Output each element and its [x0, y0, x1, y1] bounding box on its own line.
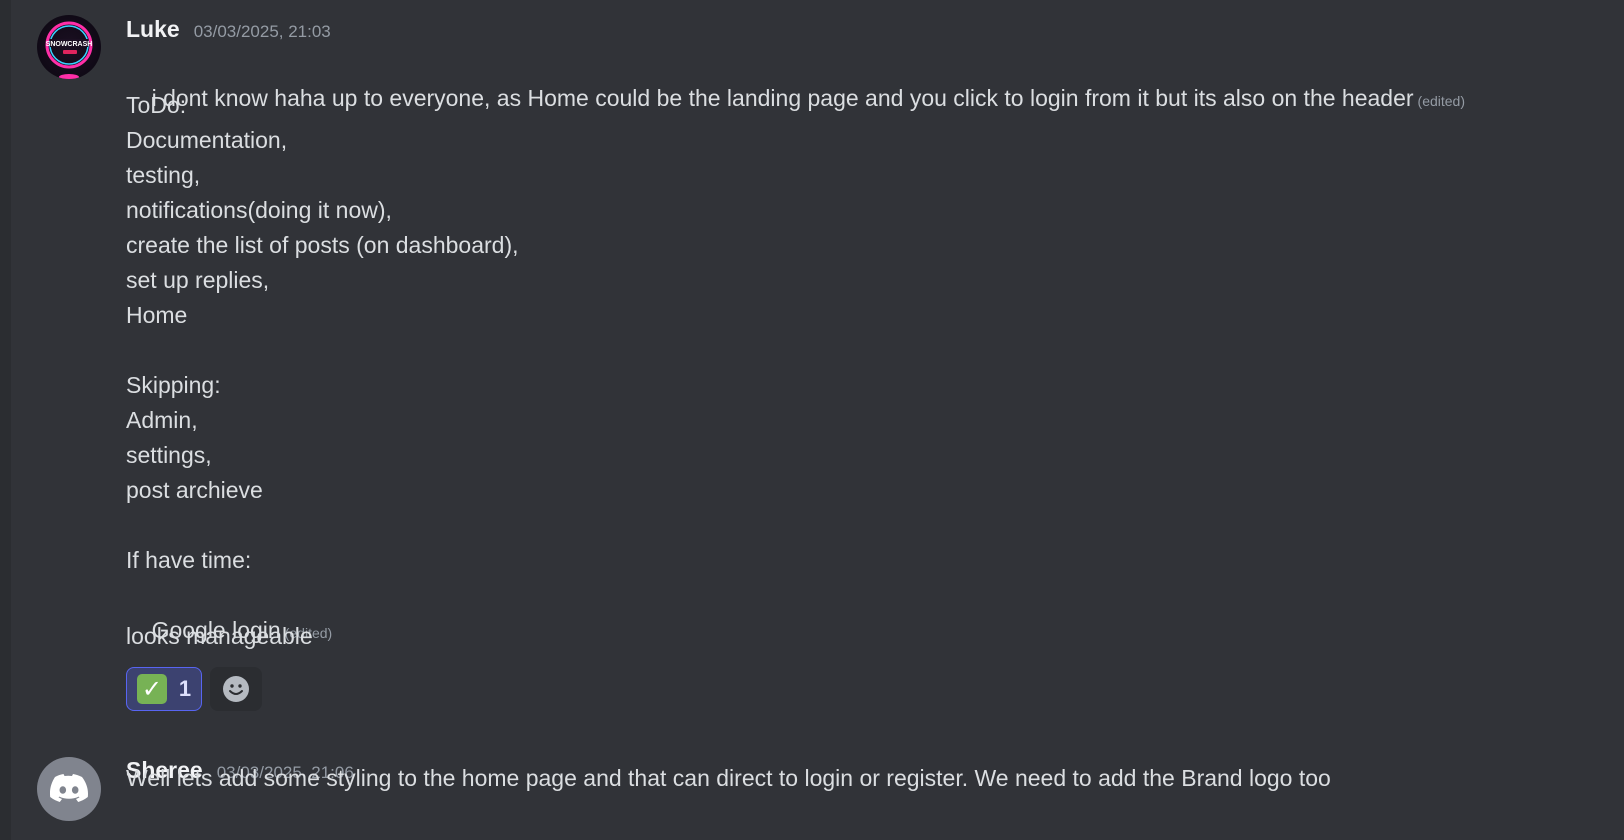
- message-line: Well lets add some styling to the home p…: [126, 765, 1331, 791]
- timestamp[interactable]: 03/03/2025, 21:03: [194, 22, 331, 42]
- message-line: looks manageable: [126, 623, 313, 649]
- left-edge: [0, 0, 11, 840]
- message-line: set up replies,: [126, 267, 270, 293]
- edited-label: (edited): [1417, 93, 1465, 109]
- svg-text:SNOWCRASH: SNOWCRASH: [46, 41, 93, 48]
- reaction-check[interactable]: ✓ 1: [126, 667, 202, 711]
- message-line: i dont know haha up to everyone, as Home…: [151, 85, 1414, 111]
- message-line: ToDo:: [126, 92, 187, 118]
- message-line: Skipping:: [126, 372, 221, 398]
- message-line: notifications(doing it now),: [126, 197, 392, 223]
- message-line: Home: [126, 302, 188, 328]
- message-header: Luke 03/03/2025, 21:03: [126, 16, 331, 43]
- message-line: testing,: [126, 162, 201, 188]
- add-reaction-button[interactable]: [210, 667, 262, 711]
- smiley-add-reaction-icon: [223, 676, 249, 702]
- reaction-count: 1: [178, 676, 192, 701]
- message-line: If have time:: [126, 547, 252, 573]
- username[interactable]: Luke: [126, 16, 180, 43]
- message-line: settings,: [126, 442, 212, 468]
- luke-avatar-logo-icon: SNOWCRASH: [45, 21, 93, 79]
- message-text: i dont know haha up to everyone, as Home…: [126, 46, 1465, 154]
- white-check-mark-icon: ✓: [136, 674, 167, 704]
- discord-default-avatar-icon: [50, 774, 88, 802]
- message-line: Admin,: [126, 407, 198, 433]
- message-line: post archieve: [126, 477, 263, 503]
- message-line: create the list of posts (on dashboard),: [126, 232, 519, 258]
- avatar[interactable]: [37, 757, 101, 821]
- message-line: Documentation,: [126, 127, 288, 153]
- reactions: ✓ 1: [126, 667, 262, 711]
- avatar[interactable]: SNOWCRASH: [37, 15, 101, 79]
